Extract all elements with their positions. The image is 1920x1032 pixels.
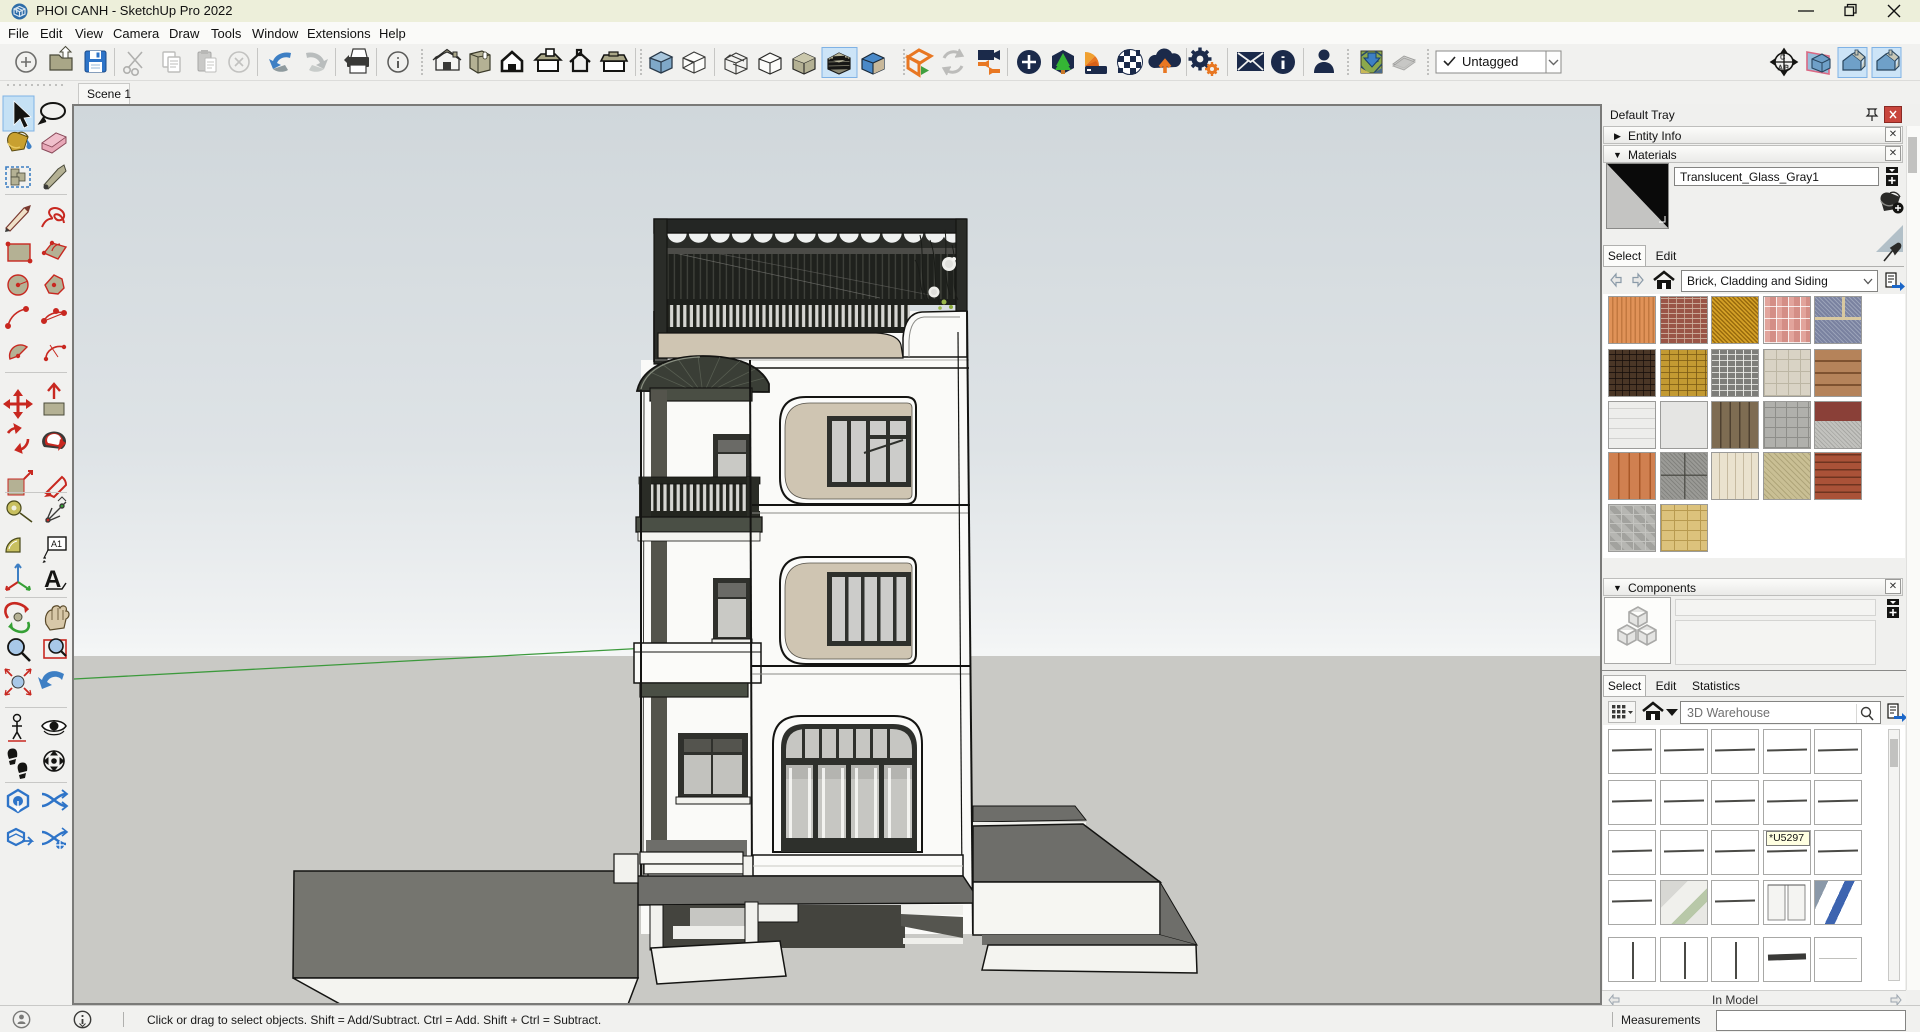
svg-text:A B: A B bbox=[1778, 65, 1789, 72]
svg-text:Untagged: Untagged bbox=[1462, 54, 1518, 69]
svg-text:C: C bbox=[1780, 55, 1785, 62]
svg-text:A1: A1 bbox=[51, 539, 62, 549]
